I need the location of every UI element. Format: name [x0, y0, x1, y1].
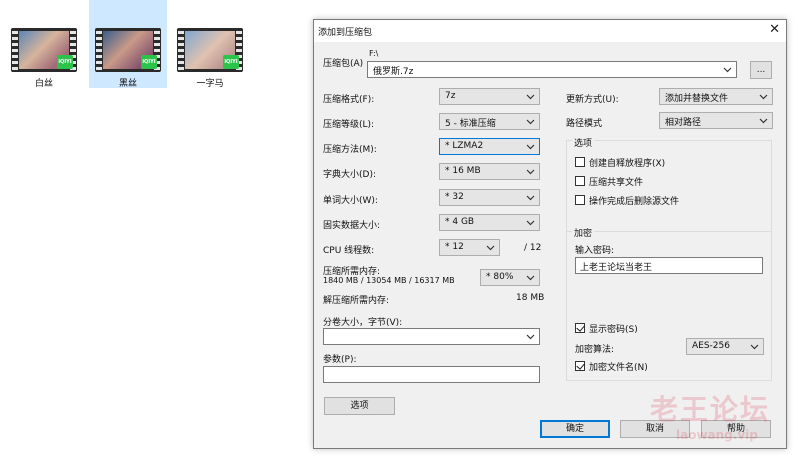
password-value: 上老王论坛当老王	[580, 263, 653, 273]
enc-method-value: AES-256	[692, 341, 730, 351]
file-name: 白丝	[34, 79, 53, 89]
split-size-combo[interactable]	[323, 328, 540, 345]
chevron-down-icon	[526, 144, 535, 150]
archive-path: F:\	[369, 49, 379, 58]
watermark-logo: 老王论坛	[650, 393, 771, 426]
solid-label: 固实数据大小:	[323, 221, 381, 231]
threads-select[interactable]: * 12	[439, 239, 500, 256]
mem-values: 1840 MB / 13054 MB / 16317 MB	[323, 276, 455, 285]
video-thumbnail: iQIYI	[177, 28, 243, 72]
enc-method-select[interactable]: AES-256	[686, 338, 764, 355]
format-select[interactable]: 7z	[439, 88, 540, 105]
iqiyi-badge: iQIYI	[141, 55, 157, 69]
password-input[interactable]: 上老王论坛当老王	[575, 257, 763, 274]
dict-label: 字典大小(D):	[323, 170, 376, 180]
browse-button[interactable]: ...	[750, 61, 772, 79]
chevron-down-icon	[750, 344, 759, 350]
mem-percent-select[interactable]: * 80%	[480, 269, 540, 286]
solid-select[interactable]: * 4 GB	[439, 214, 540, 231]
format-value: 7z	[445, 91, 456, 101]
pathmode-value: 相对路径	[665, 118, 702, 128]
decomp-value: 18 MB	[516, 293, 545, 303]
video-thumbnail: iQIYI	[95, 28, 161, 72]
title-bar: 添加到压缩包 ✕	[314, 20, 786, 42]
solid-value: * 4 GB	[445, 217, 475, 227]
chevron-down-icon	[526, 119, 535, 125]
update-select[interactable]: 添加并替换文件	[659, 88, 773, 105]
file-name: 黑丝	[118, 79, 137, 89]
level-select[interactable]: 5 - 标准压缩	[439, 113, 540, 130]
pathmode-label: 路径模式	[566, 119, 603, 129]
chevron-down-icon	[526, 195, 535, 201]
ok-button[interactable]: 确定	[540, 420, 610, 438]
close-icon[interactable]: ✕	[769, 22, 780, 37]
chevron-down-icon	[526, 275, 535, 281]
show-password-label: 显示密码(S)	[589, 325, 638, 335]
dialog-title: 添加到压缩包	[318, 28, 373, 38]
decomp-label: 解压缩所需内存:	[323, 296, 390, 306]
method-select[interactable]: * LZMA2	[439, 138, 540, 155]
method-value: * LZMA2	[445, 141, 484, 151]
chevron-down-icon	[526, 334, 535, 340]
threads-label: CPU 线程数:	[323, 246, 375, 256]
params-label: 参数(P):	[323, 355, 357, 365]
video-thumbnail: iQIYI	[11, 28, 77, 72]
threads-value: * 12	[445, 242, 464, 252]
chevron-down-icon	[759, 94, 768, 100]
iqiyi-badge: iQIYI	[223, 55, 239, 69]
split-label: 分卷大小，字节(V):	[323, 318, 403, 328]
file-icon-item[interactable]: iQIYI 一字马	[171, 0, 249, 89]
enc-method-label: 加密算法:	[575, 345, 615, 355]
threads-total: / 12	[524, 243, 542, 253]
method-label: 压缩方法(M):	[323, 145, 377, 155]
encryption-group-title: 加密	[572, 226, 595, 239]
options-button[interactable]: 选项	[324, 397, 395, 415]
update-label: 更新方式(U):	[566, 95, 619, 105]
file-icon-item[interactable]: iQIYI 白丝	[5, 0, 83, 89]
format-label: 压缩格式(F):	[323, 95, 375, 105]
compress-shared-label: 压缩共享文件	[589, 178, 644, 188]
dict-value: * 16 MB	[445, 166, 481, 176]
file-name: 一字马	[196, 79, 224, 89]
options-group-title: 选项	[572, 136, 595, 149]
file-icon-item-selected[interactable]: iQIYI 黑丝	[89, 0, 167, 89]
archive-name-value: 俄罗斯.7z	[373, 67, 414, 77]
archive-name-combo[interactable]: 俄罗斯.7z	[367, 61, 737, 78]
word-label: 单词大小(W):	[323, 196, 378, 206]
update-value: 添加并替换文件	[665, 94, 729, 104]
chevron-down-icon	[759, 118, 768, 124]
archive-label: 压缩包(A)	[323, 59, 364, 69]
mem-percent-value: * 80%	[486, 272, 514, 282]
level-value: 5 - 标准压缩	[445, 119, 496, 129]
encrypt-names-label: 加密文件名(N)	[589, 363, 648, 373]
delete-after-label: 操作完成后删除源文件	[589, 197, 680, 207]
password-label: 输入密码:	[575, 246, 615, 256]
create-sfx-label: 创建自释放程序(X)	[589, 159, 666, 169]
chevron-down-icon	[486, 245, 495, 251]
dict-select[interactable]: * 16 MB	[439, 163, 540, 180]
add-to-archive-dialog: 添加到压缩包 ✕ 压缩包(A) F:\ 俄罗斯.7z ... 压缩格式(F): …	[313, 19, 787, 449]
chevron-down-icon	[526, 94, 535, 100]
level-label: 压缩等级(L):	[323, 120, 375, 130]
iqiyi-badge: iQIYI	[57, 55, 73, 69]
word-value: * 32	[445, 192, 464, 202]
chevron-down-icon	[526, 220, 535, 226]
watermark-url: laowang.vip	[676, 428, 758, 442]
pathmode-select[interactable]: 相对路径	[659, 112, 773, 129]
chevron-down-icon	[723, 67, 732, 73]
params-input[interactable]	[323, 366, 540, 383]
chevron-down-icon	[526, 169, 535, 175]
word-select[interactable]: * 32	[439, 189, 540, 206]
